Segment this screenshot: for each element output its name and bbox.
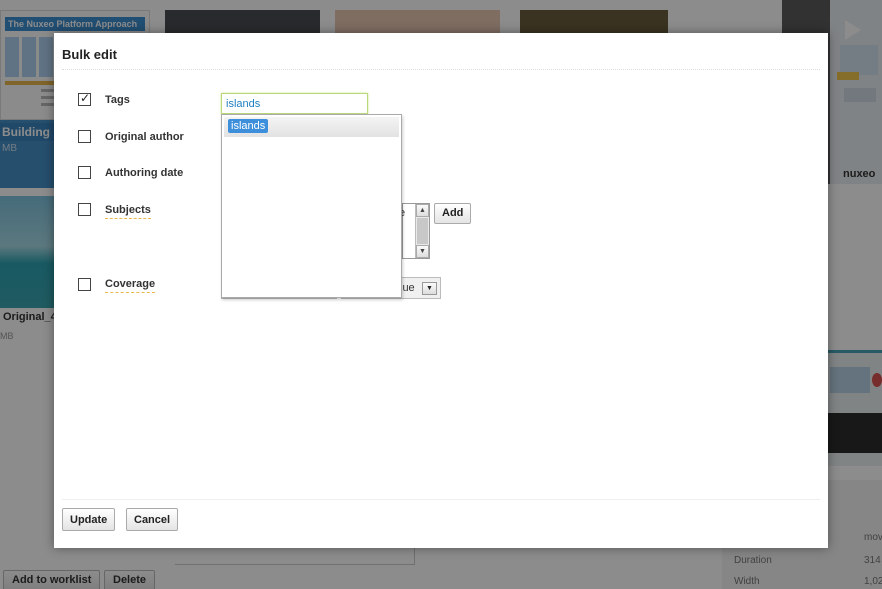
subjects-checkbox[interactable] [78, 203, 91, 216]
tags-suggestion-option[interactable]: islands [224, 117, 399, 137]
subjects-label[interactable]: Subjects [105, 204, 151, 219]
authoring-date-checkbox[interactable] [78, 166, 91, 179]
dialog-title: Bulk edit [62, 47, 117, 62]
subjects-scrollbar[interactable]: ▲ ▼ [415, 204, 429, 258]
scroll-up-icon[interactable]: ▲ [416, 204, 429, 217]
coverage-select-value: lue [400, 282, 415, 294]
update-button[interactable]: Update [62, 508, 116, 531]
tags-label: Tags [105, 94, 130, 106]
coverage-checkbox[interactable] [78, 278, 91, 291]
divider [62, 499, 820, 500]
tags-suggestion-dropdown: islands [221, 114, 402, 298]
tags-input[interactable] [221, 93, 368, 114]
chevron-down-icon: ▼ [422, 282, 437, 295]
coverage-label[interactable]: Coverage [105, 278, 156, 293]
divider [62, 69, 820, 70]
scroll-down-icon[interactable]: ▼ [416, 245, 429, 258]
original-author-label: Original author [105, 131, 184, 143]
original-author-checkbox[interactable] [78, 130, 91, 143]
scroll-thumb[interactable] [417, 218, 428, 244]
authoring-date-label: Authoring date [105, 167, 184, 179]
bulk-edit-dialog: Bulk edit Tags Original author Authoring… [54, 33, 828, 548]
tags-checkbox[interactable] [78, 91, 91, 106]
cancel-button[interactable]: Cancel [126, 508, 179, 531]
subjects-add-button[interactable]: Add [434, 203, 472, 224]
tags-suggestion-label: islands [228, 119, 269, 133]
subjects-list[interactable]: e ▲ ▼ [399, 203, 430, 259]
